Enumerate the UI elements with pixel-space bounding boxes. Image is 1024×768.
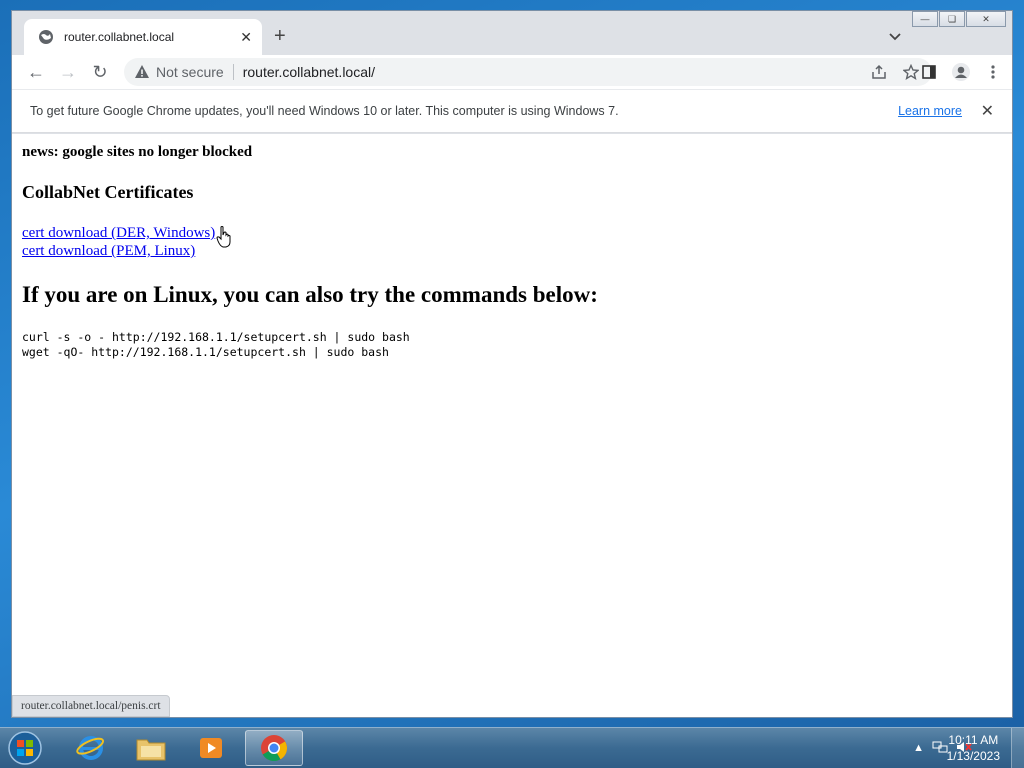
- menu-kebab-icon[interactable]: [980, 58, 1006, 86]
- security-label[interactable]: Not secure: [156, 64, 224, 80]
- update-infobar: To get future Google Chrome updates, you…: [12, 89, 1012, 133]
- taskbar-media-player[interactable]: [182, 730, 240, 766]
- internet-explorer-icon: [76, 736, 105, 760]
- news-line: news: google sites no longer blocked: [22, 144, 253, 160]
- page-content: news: google sites no longer blocked Col…: [12, 134, 1012, 717]
- infobar-message: To get future Google Chrome updates, you…: [30, 104, 619, 118]
- new-tab-button[interactable]: +: [274, 26, 286, 46]
- wget-command: wget -qO- http://192.168.1.1/setupcert.s…: [22, 345, 389, 359]
- folder-icon: [136, 739, 166, 761]
- toolbar-right: [916, 58, 1006, 86]
- tab-close-icon[interactable]: ✕: [240, 29, 252, 46]
- command-block: curl -s -o - http://192.168.1.1/setupcer…: [22, 330, 1012, 360]
- taskbar: ▲ 10:11 AM 1/13/2023: [0, 727, 1024, 768]
- share-icon[interactable]: [870, 63, 888, 81]
- taskbar-windows-explorer[interactable]: [122, 730, 180, 766]
- back-button[interactable]: ←: [20, 58, 52, 86]
- browser-window: — ❏ ✕ router.collabnet.local ✕ + ← → ↻ N…: [11, 10, 1013, 718]
- cert-download-pem-link[interactable]: cert download (PEM, Linux): [22, 242, 195, 260]
- media-player-icon: [200, 738, 222, 758]
- curl-command: curl -s -o - http://192.168.1.1/setupcer…: [22, 330, 410, 344]
- hand-cursor-icon: [216, 226, 231, 248]
- browser-toolbar: ← → ↻ Not secure router.collabnet.local/: [12, 55, 1012, 89]
- clock-date: 1/13/2023: [946, 749, 1000, 763]
- address-separator: [232, 64, 234, 80]
- start-button-icon[interactable]: [6, 730, 44, 766]
- infobar-close-icon[interactable]: ✕: [981, 101, 994, 121]
- forward-button[interactable]: →: [52, 58, 84, 86]
- side-panel-icon[interactable]: [916, 58, 942, 86]
- address-bar[interactable]: Not secure router.collabnet.local/: [124, 58, 932, 86]
- network-icon[interactable]: [932, 740, 948, 757]
- address-actions: [870, 63, 920, 81]
- linux-heading: If you are on Linux, you can also try th…: [22, 282, 598, 307]
- tab-strip: router.collabnet.local ✕ +: [12, 11, 1012, 55]
- clock-time: 10:11 AM: [948, 733, 999, 747]
- learn-more-link[interactable]: Learn more: [898, 104, 962, 118]
- globe-icon: [39, 30, 53, 44]
- chrome-icon: [261, 735, 288, 762]
- reload-button[interactable]: ↻: [84, 58, 116, 86]
- taskbar-clock[interactable]: 10:11 AM 1/13/2023: [947, 732, 1000, 764]
- cert-links: cert download (DER, Windows) cert downlo…: [22, 224, 1012, 260]
- taskbar-google-chrome[interactable]: [245, 730, 303, 766]
- browser-tab[interactable]: router.collabnet.local ✕: [24, 19, 262, 55]
- certificates-heading: CollabNet Certificates: [22, 182, 194, 202]
- cert-download-der-link[interactable]: cert download (DER, Windows): [22, 224, 215, 242]
- show-desktop-button[interactable]: [1011, 728, 1024, 768]
- warning-icon: [135, 65, 149, 78]
- taskbar-internet-explorer[interactable]: [62, 730, 120, 766]
- url-text[interactable]: router.collabnet.local/: [243, 64, 375, 80]
- profile-avatar-icon[interactable]: [948, 58, 974, 86]
- show-hidden-icons-icon[interactable]: ▲: [913, 742, 924, 754]
- tab-search-chevron-icon[interactable]: [888, 29, 902, 43]
- tab-title: router.collabnet.local: [64, 30, 175, 44]
- link-status-bar: router.collabnet.local/penis.crt: [12, 695, 170, 717]
